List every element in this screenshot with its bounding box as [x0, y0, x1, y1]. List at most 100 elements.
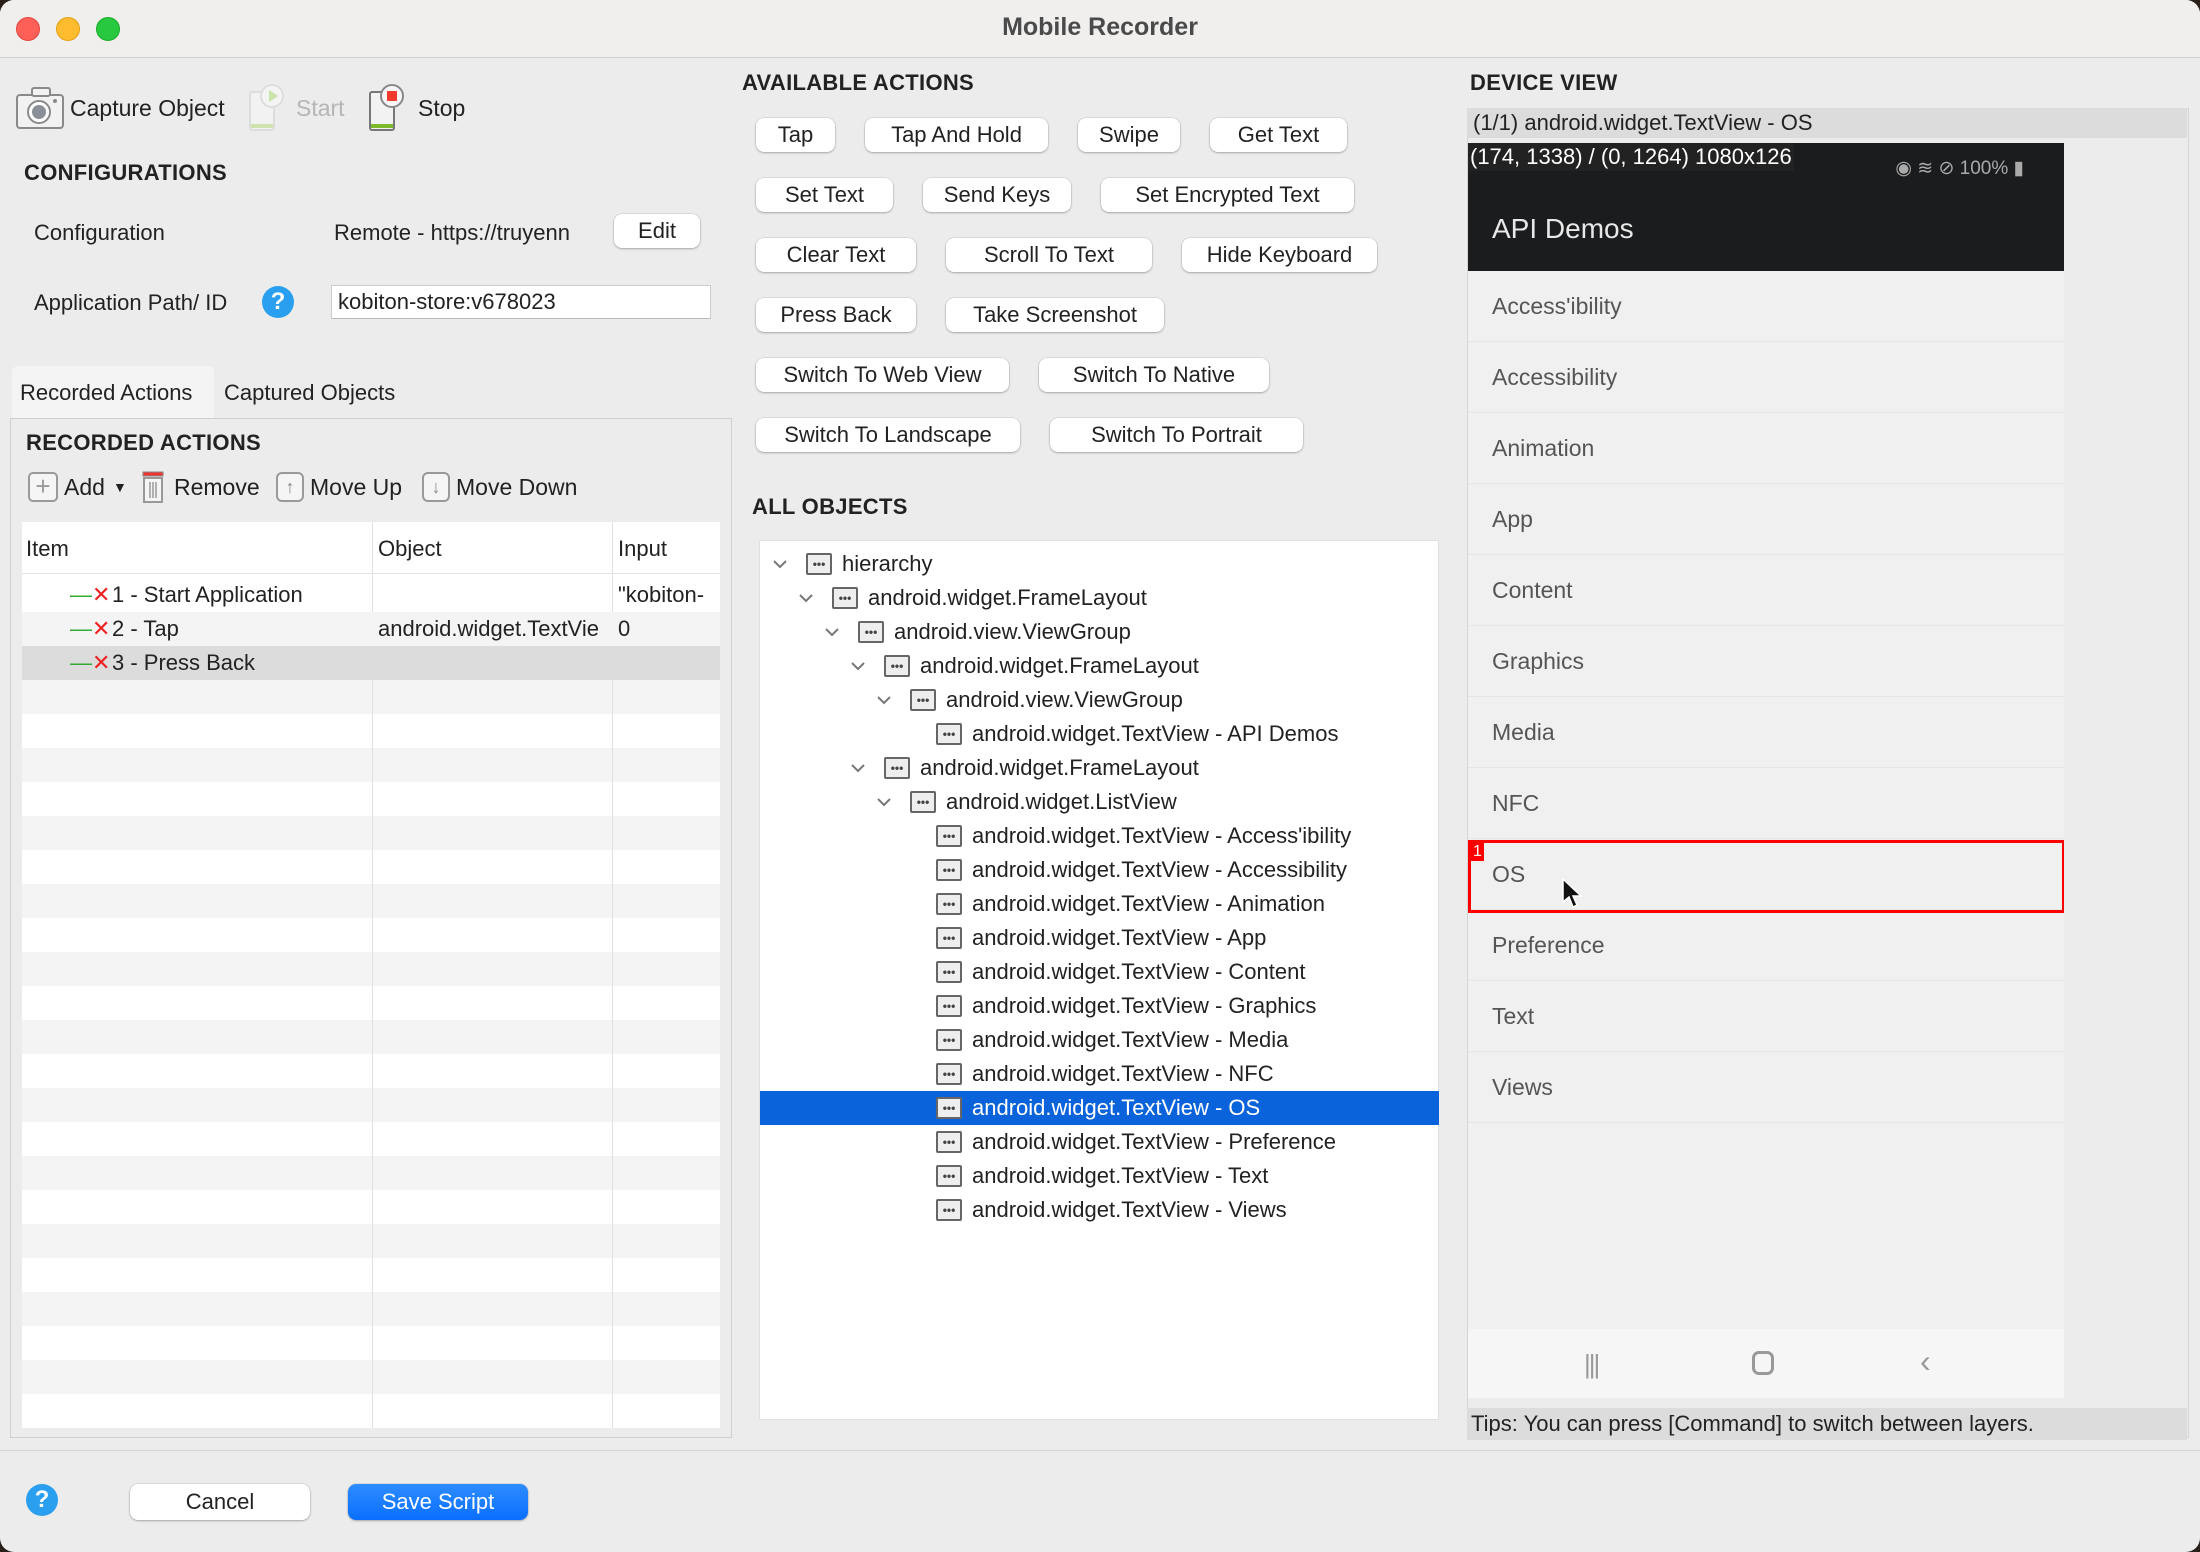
node-label: android.widget.TextView - App — [972, 925, 1267, 950]
column-header-input[interactable]: Input — [618, 536, 667, 562]
node-icon: ••• — [806, 553, 832, 575]
cancel-button[interactable]: Cancel — [130, 1484, 310, 1520]
action-button-scroll-to-text[interactable]: Scroll To Text — [946, 238, 1152, 272]
save-script-button[interactable]: Save Script — [348, 1484, 528, 1520]
tree-node[interactable]: ••• android.widget.TextView - Content — [760, 955, 1439, 989]
chevron-down-icon[interactable] — [874, 690, 894, 710]
tree-node[interactable]: ••• android.widget.FrameLayout — [760, 581, 1439, 615]
action-button-switch-to-landscape[interactable]: Switch To Landscape — [756, 418, 1020, 452]
tree-node[interactable]: ••• android.widget.TextView - NFC — [760, 1057, 1439, 1091]
column-header-object[interactable]: Object — [378, 536, 442, 562]
action-button-get-text[interactable]: Get Text — [1210, 118, 1347, 152]
action-button-take-screenshot[interactable]: Take Screenshot — [946, 298, 1164, 332]
tree-node[interactable]: ••• android.widget.TextView - Access'ibil… — [760, 819, 1439, 853]
action-button-switch-to-web-view[interactable]: Switch To Web View — [756, 358, 1009, 392]
tree-node[interactable]: ••• android.widget.TextView - Accessibili… — [760, 853, 1439, 887]
help-icon[interactable]: ? — [26, 1484, 58, 1516]
chevron-down-icon[interactable] — [796, 588, 816, 608]
tab-captured-objects[interactable]: Captured Objects — [216, 366, 403, 420]
capture-object-button[interactable]: Capture Object — [16, 86, 225, 130]
action-button-set-encrypted-text[interactable]: Set Encrypted Text — [1101, 178, 1354, 212]
action-button-switch-to-native[interactable]: Switch To Native — [1039, 358, 1269, 392]
chevron-down-icon[interactable] — [848, 758, 868, 778]
tree-node[interactable]: ••• hierarchy — [760, 547, 1439, 581]
tree-node[interactable]: ••• android.widget.TextView - App — [760, 921, 1439, 955]
empty-table-row — [22, 748, 720, 782]
chevron-down-icon[interactable] — [848, 656, 868, 676]
tree-node[interactable]: ••• android.widget.TextView - API Demos — [760, 717, 1439, 751]
tree-node[interactable]: ••• android.widget.TextView - Graphics — [760, 989, 1439, 1023]
table-row-selected[interactable]: —✕ 3 - Press Back — [22, 646, 720, 680]
device-list-item[interactable]: Text — [1468, 981, 2064, 1052]
camera-icon — [16, 86, 66, 130]
node-label: android.widget.TextView - Graphics — [972, 993, 1317, 1018]
action-button-switch-to-portrait[interactable]: Switch To Portrait — [1050, 418, 1303, 452]
action-button-set-text[interactable]: Set Text — [756, 178, 893, 212]
tree-node[interactable]: ••• android.widget.FrameLayout — [760, 751, 1439, 785]
node-label: android.view.ViewGroup — [946, 687, 1183, 712]
tree-node[interactable]: ••• android.view.ViewGroup — [760, 683, 1439, 717]
chevron-down-icon[interactable] — [874, 792, 894, 812]
device-list-item[interactable]: Access'ibility — [1468, 271, 2064, 342]
tree-node[interactable]: ••• android.widget.TextView - Views — [760, 1193, 1439, 1227]
edit-configuration-button[interactable]: Edit — [614, 214, 700, 248]
action-button-clear-text[interactable]: Clear Text — [756, 238, 916, 272]
action-button-tap-and-hold[interactable]: Tap And Hold — [865, 118, 1048, 152]
table-row[interactable]: —✕ 2 - Tap android.widget.TextVie 0 — [22, 612, 720, 646]
node-icon: ••• — [858, 621, 884, 643]
home-icon[interactable] — [1752, 1351, 1774, 1375]
node-icon: ••• — [936, 723, 962, 745]
chevron-down-icon[interactable] — [770, 554, 790, 574]
device-list-item[interactable]: NFC — [1468, 768, 2064, 839]
action-button-press-back[interactable]: Press Back — [756, 298, 916, 332]
back-icon[interactable]: ‹ — [1920, 1343, 1931, 1380]
device-list-item[interactable]: Preference — [1468, 910, 2064, 981]
tree-node[interactable]: ••• android.widget.TextView - Text — [760, 1159, 1439, 1193]
table-row[interactable]: —✕ 1 - Start Application "kobiton- — [22, 578, 720, 612]
device-list-item[interactable]: Media — [1468, 697, 2064, 768]
tab-recorded-actions[interactable]: Recorded Actions — [12, 366, 214, 420]
action-button-send-keys[interactable]: Send Keys — [923, 178, 1071, 212]
stop-button[interactable]: Stop — [368, 84, 465, 132]
tree-node[interactable]: ••• android.widget.TextView - Preference — [760, 1125, 1439, 1159]
move-down-button[interactable]: ↓ Move Down — [422, 472, 577, 502]
tree-node[interactable]: ••• android.widget.ListView — [760, 785, 1439, 819]
device-list-item[interactable]: Views — [1468, 1052, 2064, 1123]
coordinates-readout: (174, 1338) / (0, 1264) 1080x126 — [1468, 143, 1794, 171]
tree-node[interactable]: ••• android.widget.FrameLayout — [760, 649, 1439, 683]
help-icon[interactable]: ? — [262, 286, 294, 318]
tree-node[interactable]: ••• android.widget.TextView - Animation — [760, 887, 1439, 921]
device-list-item[interactable]: App — [1468, 484, 2064, 555]
column-header-item[interactable]: Item — [26, 536, 69, 562]
start-button[interactable]: Start — [248, 84, 345, 132]
device-list-item[interactable]: Content — [1468, 555, 2064, 626]
device-list-item[interactable]: Animation — [1468, 413, 2064, 484]
device-list-item[interactable]: Graphics — [1468, 626, 2064, 697]
chevron-down-icon[interactable] — [822, 622, 842, 642]
node-icon: ••• — [936, 1097, 962, 1119]
recents-icon[interactable]: ||| — [1584, 1349, 1600, 1380]
device-list-item[interactable]: Accessibility — [1468, 342, 2064, 413]
object-tree: ••• hierarchy ••• android.widget.FrameLayou… — [759, 540, 1439, 1420]
tree-node[interactable]: ••• android.widget.TextView - Media — [760, 1023, 1439, 1057]
application-path-input[interactable] — [331, 285, 711, 319]
move-up-button[interactable]: ↑ Move Up — [276, 472, 402, 502]
app-title: API Demos — [1492, 213, 1634, 244]
action-button-hide-keyboard[interactable]: Hide Keyboard — [1182, 238, 1377, 272]
tab-bar: Recorded Actions Captured Objects — [12, 366, 732, 420]
tips-text: Tips: You can press [Command] to switch … — [1467, 1408, 2187, 1440]
highlight-box[interactable]: 1 — [1468, 840, 2064, 913]
node-label: android.widget.TextView - NFC — [972, 1061, 1274, 1086]
remove-action-button[interactable]: Remove — [140, 470, 260, 504]
add-action-button[interactable]: + Add ▼ — [28, 472, 127, 502]
tree-node[interactable]: ••• android.view.ViewGroup — [760, 615, 1439, 649]
empty-table-row — [22, 782, 720, 816]
tree-node-selected[interactable]: ••• android.widget.TextView - OS — [760, 1091, 1439, 1125]
device-screen[interactable]: 12:14 ◉ ≋ ⊘ 100% ▮ API Demos (174, 1338)… — [1468, 143, 2064, 1398]
footer-divider — [0, 1450, 2200, 1451]
empty-table-row — [22, 1054, 720, 1088]
action-button-swipe[interactable]: Swipe — [1078, 118, 1180, 152]
window-title: Mobile Recorder — [1002, 13, 1198, 41]
action-button-tap[interactable]: Tap — [756, 118, 835, 152]
node-icon: ••• — [832, 587, 858, 609]
